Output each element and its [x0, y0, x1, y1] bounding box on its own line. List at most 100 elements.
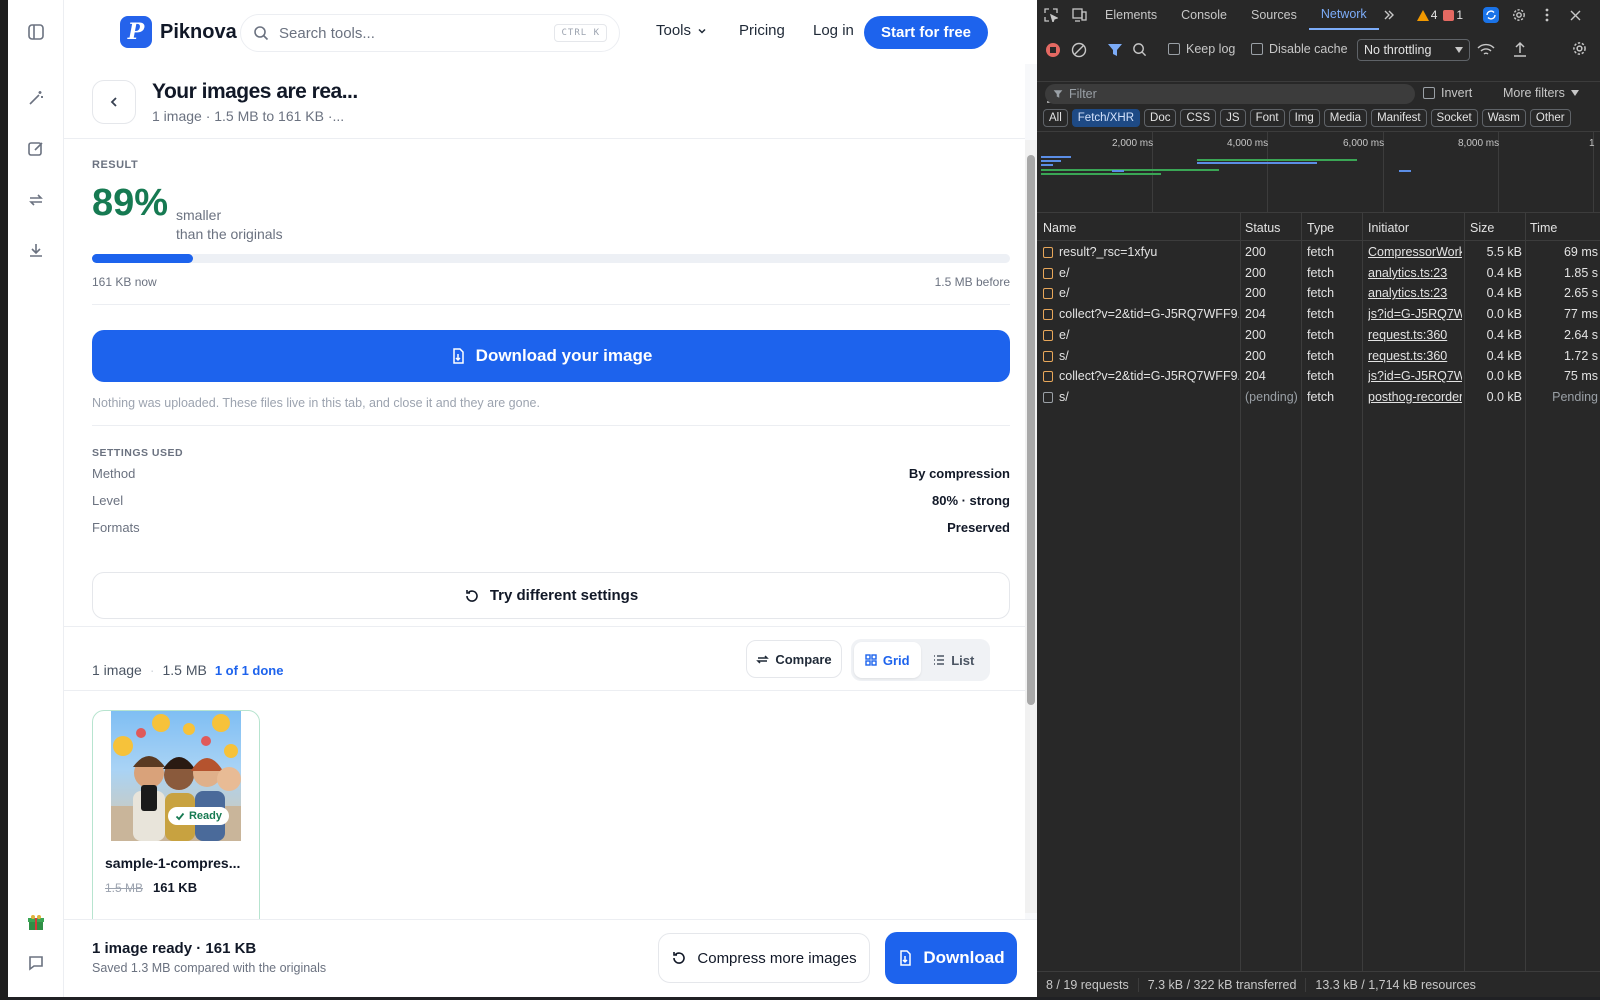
nav-tools[interactable]: Tools	[656, 22, 707, 39]
request-initiator[interactable]: js?id=G-J5RQ7WFF	[1368, 369, 1462, 383]
column-initiator[interactable]: Initiator	[1368, 221, 1409, 235]
more-filters-dropdown[interactable]: More filters	[1503, 86, 1579, 100]
kebab-menu-icon[interactable]	[1533, 0, 1561, 30]
request-initiator[interactable]: CompressorWorks	[1368, 245, 1462, 259]
compress-more-button[interactable]: Compress more images	[658, 933, 870, 983]
chat-icon[interactable]	[24, 951, 48, 975]
filter-icon[interactable]	[1107, 42, 1123, 58]
request-row[interactable]: e/200 fetch request.ts:360 0.4 kB 2.64 s	[1037, 325, 1600, 346]
request-initiator[interactable]: analytics.ts:23	[1368, 286, 1462, 300]
request-row[interactable]: collect?v=2&tid=G-J5RQ7WFF9... 204 fetch js…	[1037, 304, 1600, 325]
settings-label: SETTINGS USED	[92, 447, 184, 459]
request-time: Pending	[1552, 389, 1598, 404]
request-initiator[interactable]: js?id=G-J5RQ7WFF	[1368, 307, 1462, 321]
image-card[interactable]: Ready sample-1-compres... 1.5 MB 161 KB	[92, 710, 260, 919]
request-name: result?_rsc=1xfyu	[1059, 245, 1158, 259]
filter-chip-doc[interactable]: Doc	[1144, 109, 1177, 127]
column-status[interactable]: Status	[1245, 221, 1280, 235]
column-name[interactable]: Name	[1043, 221, 1076, 235]
request-row[interactable]: result?_rsc=1xfyu 200 fetch CompressorWorks…	[1037, 242, 1600, 263]
device-toggle-icon[interactable]	[1065, 0, 1093, 30]
request-row[interactable]: e/200 fetch analytics.ts:23 0.4 kB 2.65 s	[1037, 283, 1600, 304]
network-toolbar: Keep log Disable cache No throttling	[1037, 30, 1600, 103]
search-icon[interactable]	[1132, 42, 1147, 57]
sync-icon[interactable]	[1477, 0, 1505, 30]
inspect-icon[interactable]	[1037, 0, 1065, 30]
close-icon[interactable]	[1561, 0, 1589, 30]
try-different-settings-button[interactable]: Try different settings	[92, 572, 1010, 619]
network-timeline-overview[interactable]: 2,000 ms 4,000 ms 6,000 ms 8,000 ms 1	[1037, 131, 1600, 214]
filter-chip-wasm[interactable]: Wasm	[1481, 109, 1526, 127]
column-time[interactable]: Time	[1530, 221, 1557, 235]
search-input[interactable]: Search tools... CTRL K	[240, 14, 620, 52]
main-area: P Piknova Search tools... CTRL K Tools P…	[64, 0, 1037, 997]
filter-input[interactable]: Filter	[1045, 84, 1415, 104]
filter-chip-css[interactable]: CSS	[1180, 109, 1217, 127]
convert-icon[interactable]	[24, 188, 48, 212]
request-initiator[interactable]: posthog-recorder.j	[1368, 390, 1462, 404]
scrollbar[interactable]	[1025, 140, 1037, 913]
column-type[interactable]: Type	[1307, 221, 1334, 235]
filter-chip-other[interactable]: Other	[1529, 109, 1571, 127]
magic-wand-icon[interactable]	[24, 86, 48, 110]
network-conditions-icon[interactable]	[1477, 42, 1495, 58]
request-row[interactable]: s/200 fetch request.ts:360 0.4 kB 1.72 s	[1037, 346, 1600, 367]
size-progress-fill	[92, 254, 193, 263]
xhr-icon	[1043, 247, 1053, 258]
edit-icon[interactable]	[24, 137, 48, 161]
filter-chip-media[interactable]: Media	[1323, 109, 1368, 127]
scroll-thumb[interactable]	[1027, 155, 1035, 705]
filter-chip-fetchxhr[interactable]: Fetch/XHR	[1071, 109, 1141, 127]
column-size[interactable]: Size	[1470, 221, 1494, 235]
download-button[interactable]: Download	[885, 932, 1017, 984]
list-view-button[interactable]: List	[921, 642, 988, 678]
nav-pricing[interactable]: Pricing	[739, 22, 785, 39]
image-thumbnail: Ready	[111, 711, 241, 841]
xhr-icon	[1043, 309, 1053, 321]
grid-view-button[interactable]: Grid	[854, 642, 921, 678]
record-icon[interactable]	[1045, 42, 1061, 58]
request-row[interactable]: s/ (pending) fetch posthog-recorder.j 0.0 kB…	[1037, 387, 1600, 408]
request-type: fetch	[1307, 348, 1335, 363]
invert-checkbox[interactable]: Invert	[1423, 86, 1472, 100]
request-initiator[interactable]: request.ts:360	[1368, 328, 1462, 342]
filter-chip-all[interactable]: All	[1043, 109, 1068, 127]
tab-network[interactable]: Network	[1308, 0, 1379, 30]
reset-icon	[466, 589, 478, 602]
warnings-badge[interactable]: 4	[1416, 8, 1437, 22]
gift-icon[interactable]	[24, 910, 48, 934]
request-row[interactable]: collect?v=2&tid=G-J5RQ7WFF9... 204 fetch js…	[1037, 366, 1600, 387]
filter-chip-js[interactable]: JS	[1220, 109, 1246, 127]
disable-cache-checkbox[interactable]: Disable cache	[1251, 42, 1348, 56]
throttling-select[interactable]: No throttling	[1357, 39, 1470, 61]
network-settings-icon[interactable]	[1572, 41, 1587, 56]
tab-elements[interactable]: Elements	[1093, 0, 1169, 30]
settings-gear-icon[interactable]	[1505, 0, 1533, 30]
window-edge	[0, 0, 8, 1000]
request-initiator[interactable]: request.ts:360	[1368, 349, 1462, 363]
nav-login[interactable]: Log in	[813, 22, 854, 39]
document-icon	[1043, 391, 1053, 403]
download-image-button[interactable]: Download your image	[92, 330, 1010, 382]
request-row[interactable]: e/200 fetch analytics.ts:23 0.4 kB 1.85 s	[1037, 263, 1600, 284]
download-icon[interactable]	[24, 239, 48, 263]
filter-chip-font[interactable]: Font	[1249, 109, 1285, 127]
back-button[interactable]	[92, 80, 136, 124]
compare-button[interactable]: Compare	[746, 640, 842, 678]
tab-console[interactable]: Console	[1169, 0, 1239, 30]
request-initiator[interactable]: analytics.ts:23	[1368, 266, 1462, 280]
start-free-button[interactable]: Start for free	[864, 16, 988, 49]
import-har-icon[interactable]	[1513, 41, 1527, 57]
brand-logo[interactable]: P Piknova	[120, 16, 237, 48]
panel-toggle-icon[interactable]	[24, 20, 48, 44]
errors-badge[interactable]: 1	[1443, 8, 1463, 22]
filter-chip-manifest[interactable]: Manifest	[1371, 109, 1427, 127]
filter-chip-socket[interactable]: Socket	[1430, 109, 1478, 127]
tab-sources[interactable]: Sources	[1239, 0, 1309, 30]
filter-chip-img[interactable]: Img	[1288, 109, 1320, 127]
more-tabs-icon[interactable]	[1379, 0, 1399, 30]
divider	[92, 425, 1010, 426]
keep-log-checkbox[interactable]: Keep log	[1168, 42, 1235, 56]
clear-icon[interactable]	[1071, 42, 1087, 58]
request-type: fetch	[1307, 245, 1335, 259]
